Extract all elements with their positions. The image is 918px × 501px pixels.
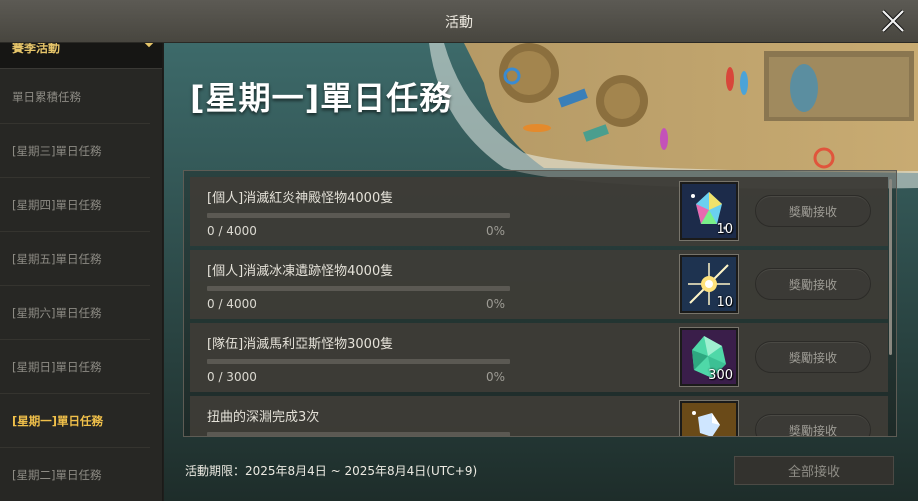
reward-slot[interactable]: 10 [679,181,739,241]
quest-progress-bar [207,359,510,364]
quest-row: [隊伍]消滅馬利亞斯怪物3000隻 0 / 3000 0% 300 獎勵接收 [190,323,888,392]
sidebar-item-friday[interactable]: [星期五]單日任務 [0,232,150,286]
sidebar-item-daily-cumulative[interactable]: 單日累積任務 [0,70,150,124]
ice-crystal-icon [692,411,720,436]
quest-progress-text: 0 / 4000 [207,224,257,238]
sidebar-item-season-event[interactable]: 賽季活動 [0,43,162,69]
quest-progress-text: 0 / 3000 [207,370,257,384]
quest-percent: 0% [486,297,506,311]
quest-percent: 0% [486,224,506,238]
page-title: [星期一]單日任務 [190,79,453,117]
reward-slot[interactable]: 10 [679,254,739,314]
reward-count: 10 [716,295,733,310]
sidebar-item-label: [星期五]單日任務 [12,251,102,266]
sidebar-item-wednesday[interactable]: [星期三]單日任務 [0,124,150,178]
main-panel: [星期一]單日任務 [個人]消滅紅炎神殿怪物4000隻 0 / 4000 0% … [164,43,918,501]
sidebar-list: 單日累積任務 [星期三]單日任務 [星期四]單日任務 [星期五]單日任務 [星期… [0,70,162,501]
sidebar-item-label: 單日累積任務 [12,89,81,104]
quest-name: [個人]消滅冰凍遺跡怪物4000隻 [207,264,394,279]
quest-percent: 0% [486,370,506,384]
claim-reward-button[interactable]: 獎勵接收 [755,414,871,436]
sidebar-item-label: [星期一]單日任務 [12,413,104,428]
reward-slot[interactable]: 300 [679,327,739,387]
sidebar-item-label: [星期四]單日任務 [12,197,102,212]
selected-diamond-icon [144,43,154,48]
close-icon[interactable] [878,6,908,36]
quest-name: 扭曲的深淵完成3次 [207,410,320,425]
sidebar-item-label: [星期六]單日任務 [12,305,102,320]
sidebar-item-sunday[interactable]: [星期日]單日任務 [0,340,150,394]
sidebar-item-label: [星期日]單日任務 [12,359,102,374]
sidebar-item-monday[interactable]: [星期一]單日任務 [0,394,150,448]
quest-row: [個人]消滅冰凍遺跡怪物4000隻 0 / 4000 0% 10 獎勵接收 [190,250,888,319]
claim-reward-button[interactable]: 獎勵接收 [755,195,871,227]
quest-row: [個人]消滅紅炎神殿怪物4000隻 0 / 4000 0% 10 獎勵接收 [190,177,888,246]
quest-name: [個人]消滅紅炎神殿怪物4000隻 [207,191,394,206]
sidebar-item-label: 賽季活動 [12,43,61,55]
sidebar-item-saturday[interactable]: [星期六]單日任務 [0,286,150,340]
claim-reward-button[interactable]: 獎勵接收 [755,268,871,300]
sidebar-item-label: [星期三]單日任務 [12,143,102,158]
claim-all-button[interactable]: 全部接收 [734,456,894,485]
quest-progress-bar [207,432,510,436]
event-period: 活動期限：2025年8月4日 ~ 2025年8月4日(UTC+9) [185,464,478,478]
quest-progress-bar [207,213,510,218]
window-title: 活動 [445,15,473,31]
claim-reward-button[interactable]: 獎勵接收 [755,341,871,373]
reward-count: 10 [716,222,733,237]
quest-row: 扭曲的深淵完成3次 獎勵接收 [190,396,888,436]
sidebar-item-thursday[interactable]: [星期四]單日任務 [0,178,150,232]
reward-count: 300 [708,368,733,383]
quest-name: [隊伍]消滅馬利亞斯怪物3000隻 [207,337,394,352]
quest-progress-bar [207,286,510,291]
sidebar-item-tuesday[interactable]: [星期二]單日任務 [0,448,150,501]
sidebar: 賽季活動 單日累積任務 [星期三]單日任務 [星期四]單日任務 [星期五]單日任… [0,43,163,501]
quest-progress-text: 0 / 4000 [207,297,257,311]
reward-slot[interactable] [679,400,739,436]
title-bar: 活動 [0,0,918,43]
quest-list-scrollbar[interactable] [889,179,892,355]
sidebar-item-label: [星期二]單日任務 [12,467,102,482]
quest-list: [個人]消滅紅炎神殿怪物4000隻 0 / 4000 0% 10 獎勵接收 [個… [183,170,897,437]
